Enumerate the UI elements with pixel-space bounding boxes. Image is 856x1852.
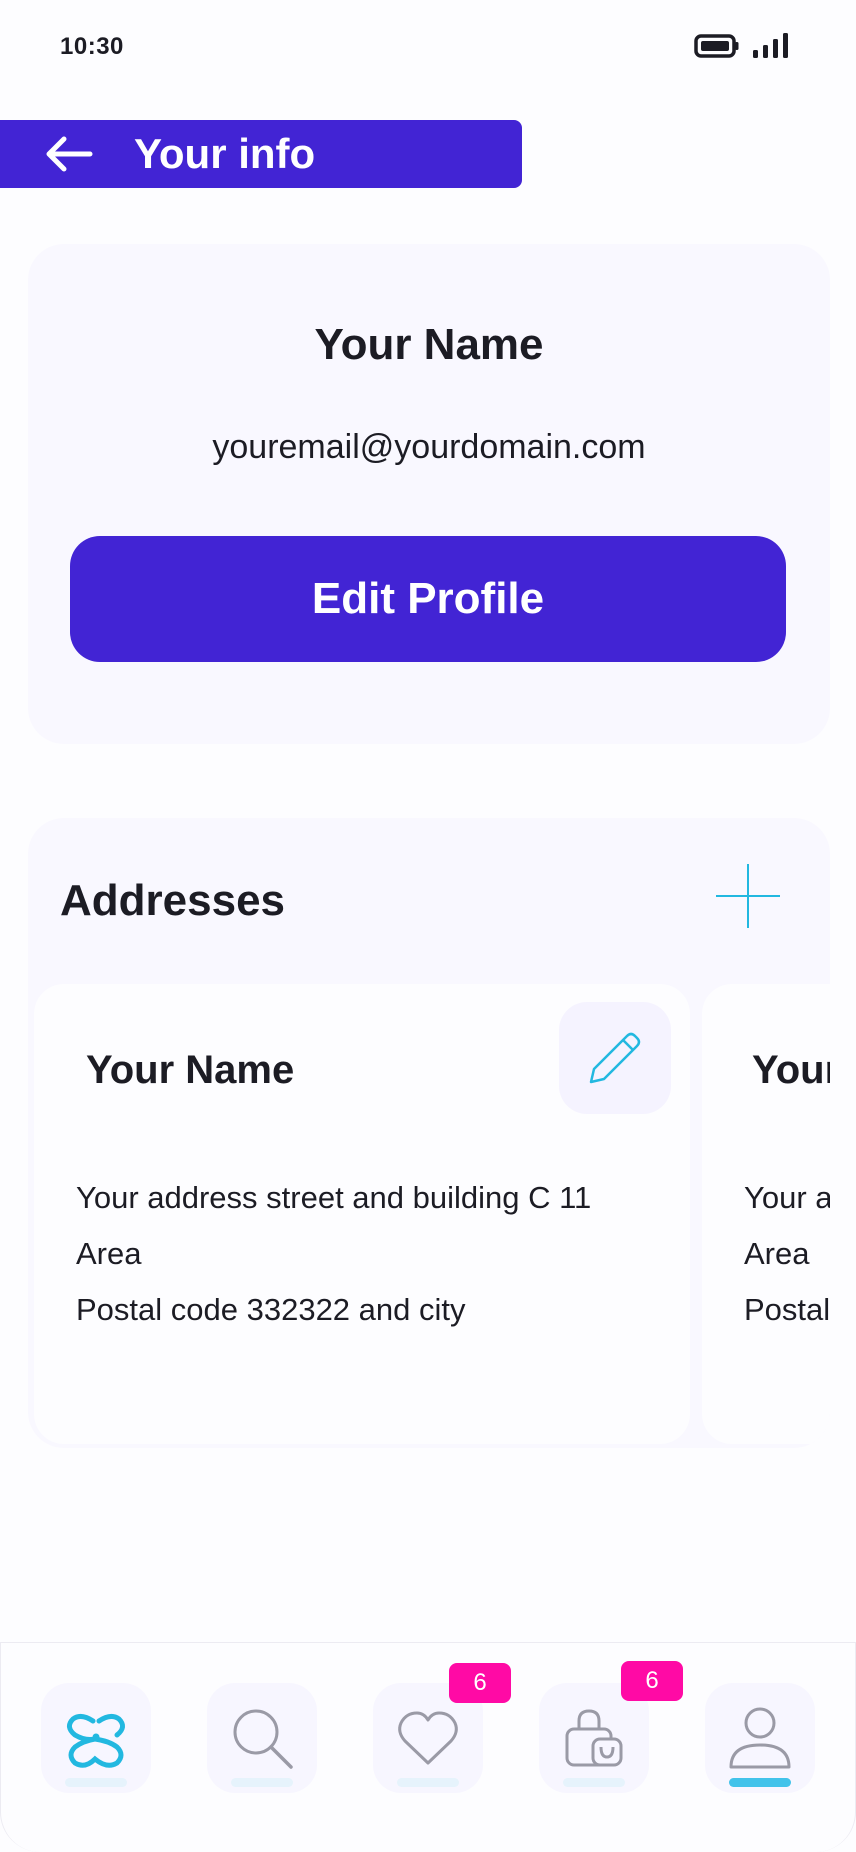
addresses-title: Addresses xyxy=(60,876,286,925)
heart-icon xyxy=(398,1711,458,1765)
add-address-button[interactable] xyxy=(708,856,788,936)
address-card[interactable]: Your Name Your address street and buildi… xyxy=(34,984,690,1444)
nav-indicator xyxy=(563,1778,625,1787)
nav-item-profile[interactable] xyxy=(705,1683,815,1793)
status-bar: 10:30 xyxy=(0,0,856,96)
back-button[interactable] xyxy=(0,120,110,188)
nav-indicator xyxy=(65,1778,127,1787)
address-lines: Your address street and building C 11 Ar… xyxy=(76,1170,676,1338)
plus-icon xyxy=(716,864,780,928)
address-line-street: Your address street and building C 11 xyxy=(76,1180,592,1215)
status-icons xyxy=(694,32,790,60)
page-title: Your info xyxy=(134,130,316,177)
address-lines: Your address street and building C 11 Ar… xyxy=(744,1170,830,1338)
brand-logo-icon xyxy=(67,1713,125,1768)
address-line-postal: Postal code 332322 and city xyxy=(76,1292,466,1327)
signal-icon xyxy=(753,33,788,58)
addresses-section: Addresses Your Name Your address street … xyxy=(28,818,830,1448)
profile-card: Your Name youremail@yourdomain.com Edit … xyxy=(28,244,830,744)
nav-item-home[interactable] xyxy=(41,1683,151,1793)
edit-address-button[interactable] xyxy=(559,1002,671,1114)
user-icon xyxy=(729,1707,791,1769)
cart-badge: 6 xyxy=(621,1661,683,1701)
address-card[interactable]: Your Name Your address street and buildi… xyxy=(702,984,830,1444)
address-name: Your Name xyxy=(752,1048,830,1092)
nav-indicator xyxy=(397,1778,459,1787)
address-line-street: Your address street and building C 11 xyxy=(744,1180,830,1215)
edit-profile-button[interactable]: Edit Profile xyxy=(70,536,786,662)
address-line-area: Area xyxy=(76,1236,142,1271)
battery-icon xyxy=(694,34,739,58)
favorites-badge: 6 xyxy=(449,1663,511,1703)
search-icon xyxy=(233,1709,293,1769)
address-name: Your Name xyxy=(86,1048,295,1092)
arrow-left-icon xyxy=(46,136,93,172)
header-bar: Your info xyxy=(0,120,522,188)
pencil-icon xyxy=(589,1032,641,1084)
address-line-area: Area xyxy=(744,1236,810,1271)
status-time: 10:30 xyxy=(60,33,124,60)
nav-indicator-active xyxy=(729,1778,791,1787)
bottom-nav: 6 6 xyxy=(0,1642,856,1852)
address-line-postal: Postal code 332322 and city xyxy=(744,1292,830,1327)
nav-indicator xyxy=(231,1778,293,1787)
profile-email: youremail@yourdomain.com xyxy=(212,428,646,466)
nav-item-search[interactable] xyxy=(207,1683,317,1793)
shopping-bag-icon xyxy=(565,1709,623,1767)
profile-name: Your Name xyxy=(314,320,544,369)
